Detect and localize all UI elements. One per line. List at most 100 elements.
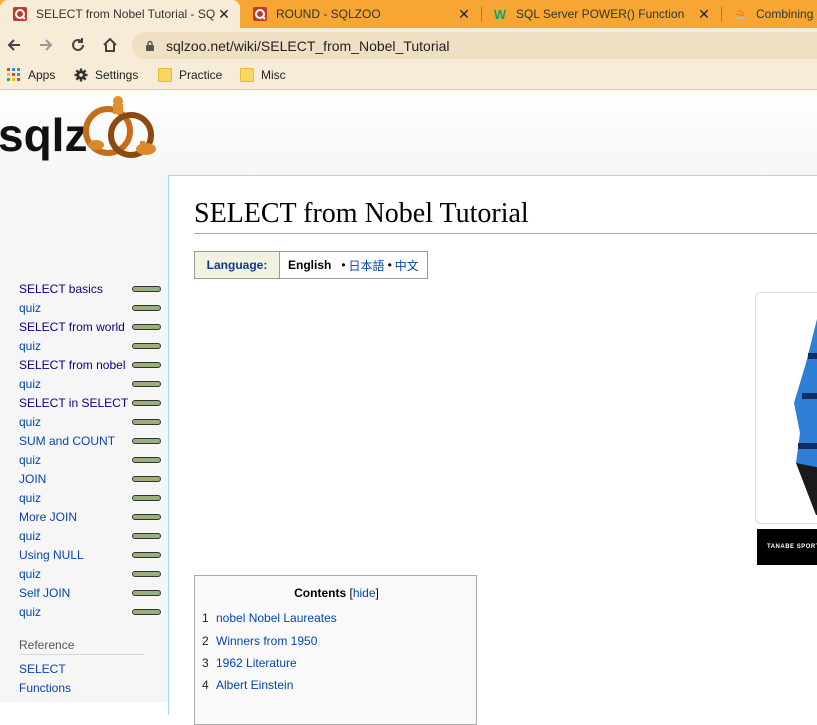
- sidebar-link[interactable]: More JOIN: [19, 510, 77, 524]
- tab-title: SQL Server POWER() Function: [516, 7, 685, 21]
- svg-text:sqlz: sqlz: [0, 109, 87, 161]
- apps-grid-icon: [7, 68, 20, 81]
- progress-pill-icon: [132, 513, 161, 520]
- sidebar-link[interactable]: quiz: [19, 491, 41, 505]
- language-label: Language:: [195, 252, 280, 278]
- tab-title: ROUND - SQLZOO: [276, 7, 381, 21]
- sidebar-link[interactable]: SELECT from world: [19, 320, 125, 334]
- progress-pill-icon: [132, 475, 161, 482]
- back-button[interactable]: [3, 34, 25, 56]
- toc-link[interactable]: 1962 Literature: [216, 656, 297, 670]
- sidebar-link[interactable]: quiz: [19, 529, 41, 543]
- url-text: sqlzoo.net/wiki/SELECT_from_Nobel_Tutori…: [166, 37, 450, 54]
- progress-pill-icon: [132, 437, 161, 444]
- progress-pill-icon: [132, 418, 161, 425]
- sidebar-link[interactable]: quiz: [19, 415, 41, 429]
- toc-number: 2: [202, 634, 209, 648]
- sidebar-item-quiz: quiz: [19, 412, 161, 431]
- progress-pill-icon: [132, 532, 161, 539]
- sidebar-item-select-from-world: SELECT from world: [19, 317, 161, 336]
- progress-pill-icon: [132, 551, 161, 558]
- tab-sqlzoo-nobel[interactable]: SELECT from Nobel Tutorial - SQ ✕: [0, 0, 240, 28]
- sidebar-link[interactable]: quiz: [19, 301, 41, 315]
- reload-button[interactable]: [67, 34, 89, 56]
- toc-item: 4 Albert Einstein: [202, 678, 293, 692]
- progress-pill-icon: [132, 342, 161, 349]
- sidebar-link[interactable]: quiz: [19, 567, 41, 581]
- toc-link[interactable]: nobel Nobel Laureates: [216, 611, 337, 625]
- reload-icon: [72, 38, 84, 51]
- sidebar-item-join: JOIN: [19, 469, 161, 488]
- toc-item: 3 1962 Literature: [202, 656, 297, 670]
- w3schools-icon: W: [493, 6, 507, 22]
- folder-icon: [240, 68, 254, 82]
- sidebar-item-quiz: quiz: [19, 336, 161, 355]
- toc-hide-link[interactable]: hide: [353, 586, 376, 600]
- progress-pill-icon: [132, 456, 161, 463]
- language-link-chinese[interactable]: 中文: [395, 257, 419, 274]
- toc-item: 2 Winners from 1950: [202, 634, 317, 648]
- bookmark-label: Misc: [261, 68, 286, 82]
- title-divider: [194, 233, 817, 234]
- stackoverflow-icon: [732, 6, 748, 22]
- progress-pill-icon: [132, 323, 161, 330]
- toc-link[interactable]: Winners from 1950: [216, 634, 317, 648]
- tab-stackoverflow[interactable]: Combining ': [724, 0, 817, 28]
- sidebar-item-quiz: quiz: [19, 564, 161, 583]
- sidebar-item-quiz: quiz: [19, 374, 161, 393]
- sidebar-link[interactable]: Self JOIN: [19, 586, 70, 600]
- sidebar-item-select-from-nobel: SELECT from nobel: [19, 355, 161, 374]
- sqlzoo-logo[interactable]: sqlz: [0, 93, 165, 171]
- sqlzoo-icon: [252, 6, 268, 22]
- close-icon[interactable]: ✕: [696, 6, 712, 23]
- toc-title: Contents: [294, 586, 347, 600]
- tab-w3schools[interactable]: W SQL Server POWER() Function ✕: [484, 0, 720, 28]
- advertisement-brand[interactable]: TANABE SPORTS: [757, 529, 817, 565]
- tab-strip: SELECT from Nobel Tutorial - SQ ✕ ROUND …: [0, 0, 817, 28]
- reference-link-select[interactable]: SELECT: [19, 662, 66, 676]
- sidebar-link[interactable]: SELECT basics: [19, 282, 103, 296]
- reference-heading: Reference: [19, 638, 144, 655]
- sidebar-item-more-join: More JOIN: [19, 507, 161, 526]
- browser-toolbar: sqlzoo.net/wiki/SELECT_from_Nobel_Tutori…: [0, 28, 817, 62]
- toc-item: 1 nobel Nobel Laureates: [202, 611, 337, 625]
- bookmark-label: Settings: [95, 68, 139, 82]
- toc-link[interactable]: Albert Einstein: [216, 678, 293, 692]
- tab-separator: [481, 7, 482, 22]
- progress-pill-icon: [132, 380, 161, 387]
- reference-link-functions[interactable]: Functions: [19, 681, 71, 695]
- close-icon[interactable]: ✕: [456, 6, 472, 23]
- sidebar-link[interactable]: SELECT in SELECT: [19, 396, 128, 410]
- bookmark-settings[interactable]: Settings: [74, 68, 138, 82]
- bookmark-apps[interactable]: Apps: [7, 68, 55, 82]
- tab-title: Combining ': [756, 7, 817, 21]
- progress-pill-icon: [132, 361, 161, 368]
- progress-pill-icon: [132, 304, 161, 311]
- close-icon[interactable]: ✕: [216, 6, 232, 23]
- language-separator: •: [387, 258, 392, 272]
- bookmark-misc[interactable]: Misc: [240, 68, 286, 82]
- advertisement-image[interactable]: [755, 292, 817, 524]
- language-link-japanese[interactable]: 日本語: [349, 257, 385, 274]
- sidebar-item-select-basics: SELECT basics: [19, 279, 161, 298]
- bookmark-practice[interactable]: Practice: [158, 68, 222, 82]
- sidebar-link[interactable]: SELECT from nobel: [19, 358, 126, 372]
- tab-round[interactable]: ROUND - SQLZOO ✕: [244, 0, 480, 28]
- sidebar-link[interactable]: quiz: [19, 605, 41, 619]
- sidebar-link[interactable]: SUM and COUNT: [19, 434, 115, 448]
- sidebar-link[interactable]: quiz: [19, 453, 41, 467]
- sidebar-link[interactable]: Using NULL: [19, 548, 84, 562]
- bookmark-label: Practice: [179, 68, 223, 82]
- forward-button[interactable]: [35, 34, 57, 56]
- home-button[interactable]: [99, 34, 121, 56]
- sqlzoo-icon: [12, 6, 28, 22]
- progress-pill-icon: [132, 399, 161, 406]
- sidebar-link[interactable]: quiz: [19, 377, 41, 391]
- address-bar[interactable]: sqlzoo.net/wiki/SELECT_from_Nobel_Tutori…: [132, 32, 817, 59]
- progress-pill-icon: [132, 608, 161, 615]
- table-of-contents: Contents [hide] 1 nobel Nobel Laureates 2…: [194, 575, 477, 725]
- sidebar-link[interactable]: quiz: [19, 339, 41, 353]
- language-box: Language: English • 日本語 • 中文: [194, 251, 428, 279]
- sidebar-link[interactable]: JOIN: [19, 472, 46, 486]
- gear-icon: [74, 68, 88, 82]
